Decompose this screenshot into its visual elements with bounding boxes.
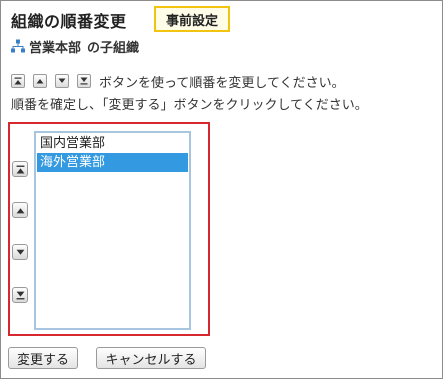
dialog-frame: 組織の順番変更 事前設定 営業本部 の子組織 ボタンを使って順番を変更してくださ… xyxy=(0,0,443,379)
move-up-icon xyxy=(33,74,47,88)
instruction-line-2: 順番を確定し、「変更する」ボタンをクリックしてください。 xyxy=(11,98,368,113)
move-down-icon xyxy=(55,74,69,88)
move-down-icon xyxy=(16,249,24,255)
organization-icon xyxy=(11,39,25,53)
list-item-selected[interactable]: 海外営業部 xyxy=(37,153,188,172)
move-bottom-icon xyxy=(77,74,91,88)
move-top-icon xyxy=(16,165,24,173)
page-title: 組織の順番変更 xyxy=(11,12,127,31)
move-up-button[interactable] xyxy=(12,202,28,218)
instruction-text-1: ボタンを使って順番を変更してください。 xyxy=(99,75,345,91)
move-top-button[interactable] xyxy=(12,161,28,177)
organization-order-listbox[interactable]: 国内営業部 海外営業部 xyxy=(34,131,191,330)
instruction-line-1: ボタンを使って順番を変更してください。 xyxy=(11,72,345,91)
move-up-icon xyxy=(16,207,24,213)
move-down-button[interactable] xyxy=(12,244,28,260)
mode-badge: 事前設定 xyxy=(154,6,230,32)
submit-button[interactable]: 変更する xyxy=(8,347,78,369)
move-top-icon xyxy=(11,74,25,88)
move-bottom-icon xyxy=(16,291,24,299)
move-bottom-button[interactable] xyxy=(12,287,28,303)
list-item[interactable]: 国内営業部 xyxy=(37,134,188,153)
breadcrumb: 営業本部 の子組織 xyxy=(11,38,140,56)
cancel-button[interactable]: キャンセルする xyxy=(96,347,206,369)
breadcrumb-organization: 営業本部 xyxy=(29,40,82,56)
breadcrumb-suffix: の子組織 xyxy=(87,40,140,56)
